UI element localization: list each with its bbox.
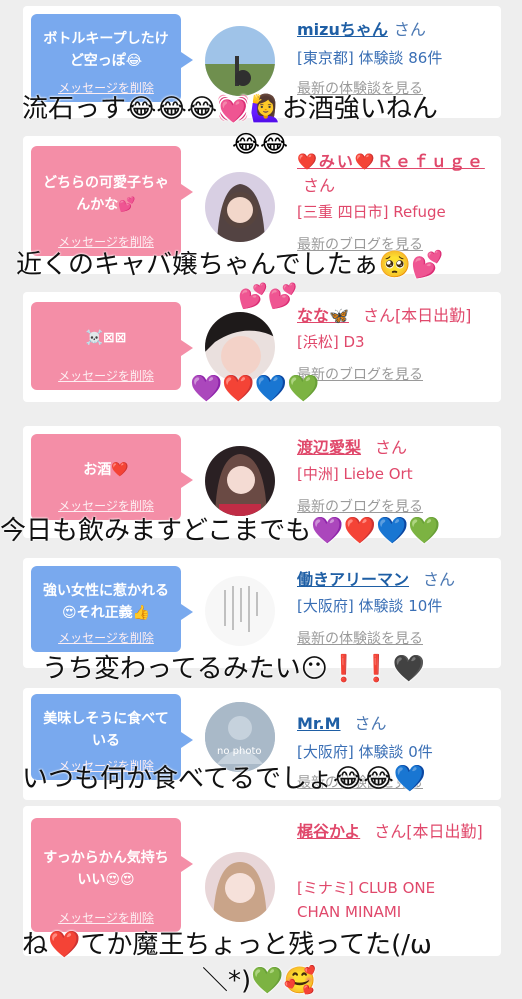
- message-text: お酒❤️: [83, 462, 129, 478]
- user-meta: [ミナミ] CLUB ONE CHAN MINAMI: [297, 879, 436, 921]
- latest-post-link[interactable]: 最新のブログを見る: [297, 364, 497, 384]
- user-meta: [浜松] D3: [297, 333, 365, 351]
- message-text: ☠️⊠⊠: [85, 330, 127, 346]
- user-info: mizuちゃん さん [東京都] 体験談 86件 最新の体験談を見る: [297, 16, 497, 98]
- caption-1-emoji: 😂😂: [232, 130, 289, 158]
- avatar[interactable]: [205, 172, 275, 242]
- user-name-link[interactable]: mizuちゃん: [297, 20, 388, 39]
- user-name-link[interactable]: 働きアリーマン: [297, 570, 409, 589]
- user-name-link[interactable]: ❤️みい❤️Ｒｅｆｕｇｅ: [297, 152, 485, 171]
- caption-6: いつも何か食べてるでしょ😂😂💙: [22, 764, 427, 794]
- no-photo-label: no photo: [217, 746, 262, 757]
- avatar-photo: [205, 172, 275, 242]
- honorific: さん[本日出勤]: [362, 306, 472, 325]
- honorific: さん[本日出勤]: [374, 822, 483, 841]
- user-info: ❤️みい❤️Ｒｅｆｕｇｅさん [三重 四日市] Refuge 最新のブログを見る: [297, 148, 497, 254]
- user-info: 働きアリーマン さん [大阪府] 体験談 10件 最新の体験談を見る: [297, 566, 497, 648]
- message-bubble: ☠️⊠⊠ メッセージを削除: [31, 302, 193, 390]
- avatar[interactable]: [205, 576, 275, 646]
- caption-5: うち変わってるみたい😶❗️❗️🖤: [42, 654, 425, 684]
- message-text: 美味しそうに食べている: [43, 711, 169, 749]
- avatar-photo: [205, 576, 275, 646]
- avatar[interactable]: [205, 312, 275, 382]
- caption-7b: ＼*)💚🥰: [202, 966, 316, 996]
- caption-3-hearts: 💜❤️💙💚: [190, 374, 320, 404]
- honorific: さん: [393, 20, 426, 39]
- avatar-photo: [205, 852, 275, 922]
- message-bubble: どちらの可愛子ちゃんかな💕 メッセージを削除: [31, 146, 193, 256]
- avatar[interactable]: [205, 852, 275, 922]
- message-text: すっからかん気持ちいい😍😍: [43, 850, 169, 888]
- user-meta: [中洲] Liebe Ort: [297, 465, 413, 483]
- message-bubble: 強い女性に惹かれる😍それ正義👍 メッセージを削除: [31, 566, 193, 652]
- message-bubble: すっからかん気持ちいい😍😍 メッセージを削除: [31, 818, 193, 932]
- latest-post-link[interactable]: 最新の体験談を見る: [297, 628, 497, 648]
- message-text: どちらの可愛子ちゃんかな💕: [43, 175, 169, 213]
- message-bubble: お酒❤️ メッセージを削除: [31, 434, 193, 520]
- honorific: さん: [423, 570, 456, 589]
- message-text: ボトルキープしたけど空っぽ😂: [43, 31, 169, 69]
- user-meta: [東京都] 体験談 86件: [297, 49, 443, 67]
- avatar-photo: [205, 26, 275, 96]
- avatar[interactable]: [205, 26, 275, 96]
- avatar-photo: [205, 446, 275, 516]
- user-info: 梶谷かよ さん[本日出勤] [ミナミ] CLUB ONE CHAN MINAMI: [297, 818, 497, 924]
- user-name-link[interactable]: 梶谷かよ: [297, 822, 360, 841]
- honorific: さん: [354, 714, 387, 733]
- honorific: さん: [303, 176, 336, 195]
- caption-4: 今日も飲みますどこまでも💜❤️💙💚: [0, 516, 441, 546]
- user-info: なな🦋 さん[本日出勤] [浜松] D3 最新のブログを見る: [297, 302, 497, 384]
- user-meta: [大阪府] 体験談 10件: [297, 597, 443, 615]
- user-name-link[interactable]: 渡辺愛梨: [297, 438, 361, 457]
- delete-message-link[interactable]: メッセージを削除: [31, 629, 181, 646]
- caption-2-emoji: 💕💕: [238, 282, 298, 310]
- user-name-link[interactable]: なな🦋: [297, 306, 349, 325]
- user-meta: [三重 四日市] Refuge: [297, 203, 446, 221]
- caption-2: 近くのキャバ嬢ちゃんでしたぁ🥺💕: [16, 250, 444, 280]
- honorific: さん: [375, 438, 408, 457]
- avatar[interactable]: [205, 446, 275, 516]
- avatar-photo: [205, 312, 275, 382]
- caption-7a: ね❤️てか魔王ちょっと残ってた(/ω: [22, 930, 432, 960]
- user-name-link[interactable]: Mr.M: [297, 714, 341, 733]
- message-text: 強い女性に惹かれる😍それ正義👍: [43, 583, 169, 621]
- delete-message-link[interactable]: メッセージを削除: [31, 367, 181, 384]
- user-info: 渡辺愛梨 さん [中洲] Liebe Ort 最新のブログを見る: [297, 434, 497, 516]
- caption-1: 流石っす😂😂😂💓🙋‍♀️お酒強いねん: [22, 94, 438, 124]
